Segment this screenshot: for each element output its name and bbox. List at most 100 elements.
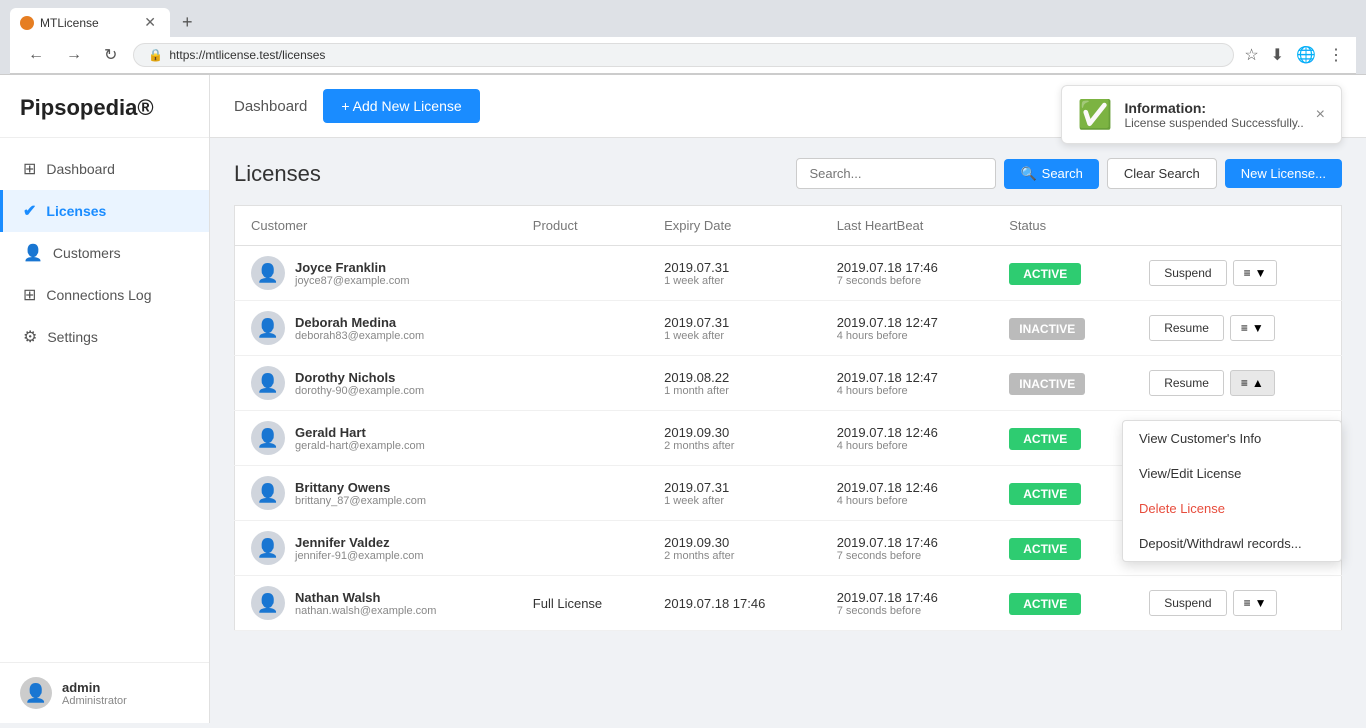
- hamburger-icon: ≡: [1241, 321, 1248, 335]
- primary-action-button[interactable]: Suspend: [1149, 590, 1226, 616]
- logo-area: Pipsopedia®: [0, 75, 209, 138]
- heartbeat-cell: 2019.07.18 17:46 7 seconds before: [821, 246, 994, 301]
- sidebar: Pipsopedia® ⊞ Dashboard ✔ Licenses 👤 Cus…: [0, 75, 210, 723]
- table-row: 👤 Dorothy Nichols dorothy-90@example.com…: [235, 356, 1342, 411]
- customer-name: Brittany Owens: [295, 480, 426, 495]
- notification-success-icon: ✅: [1078, 98, 1113, 131]
- search-button[interactable]: 🔍 Search: [1004, 159, 1098, 189]
- dropdown-menu-item[interactable]: View/Edit License: [1123, 456, 1341, 491]
- expiry-date: 2019.07.18 17:46: [664, 596, 805, 611]
- customer-name: Jennifer Valdez: [295, 535, 424, 550]
- col-heartbeat: Last HeartBeat: [821, 206, 994, 246]
- primary-action-button[interactable]: Resume: [1149, 315, 1224, 341]
- heartbeat-date: 2019.07.18 12:46: [837, 480, 978, 495]
- forward-button[interactable]: →: [60, 44, 88, 66]
- sidebar-item-settings[interactable]: ⚙ Settings: [0, 316, 209, 358]
- admin-avatar: 👤: [20, 677, 52, 709]
- sidebar-item-label: Settings: [47, 329, 98, 345]
- hamburger-icon: ≡: [1244, 596, 1251, 610]
- dashboard-icon: ⊞: [23, 159, 36, 179]
- customer-email: brittany_87@example.com: [295, 495, 426, 507]
- page-title: Licenses: [234, 161, 321, 187]
- customer-cell: 👤 Brittany Owens brittany_87@example.com: [251, 476, 501, 510]
- primary-action-button[interactable]: Suspend: [1149, 260, 1226, 286]
- back-button[interactable]: ←: [22, 44, 50, 66]
- new-license-button[interactable]: New License...: [1225, 159, 1342, 188]
- avatar: 👤: [251, 256, 285, 290]
- heartbeat-cell: 2019.07.18 12:47 4 hours before: [821, 356, 994, 411]
- sidebar-item-label: Licenses: [46, 203, 106, 219]
- sidebar-item-licenses[interactable]: ✔ Licenses: [0, 190, 209, 232]
- expiry-sub: 2 months after: [664, 440, 805, 452]
- dropdown-menu-item[interactable]: Deposit/Withdrawl records...: [1123, 526, 1341, 561]
- col-product: Product: [517, 206, 648, 246]
- heartbeat-date: 2019.07.18 12:47: [837, 315, 978, 330]
- heartbeat-sub: 7 seconds before: [837, 275, 978, 287]
- heartbeat-sub: 7 seconds before: [837, 550, 978, 562]
- search-icon: 🔍: [1020, 166, 1036, 182]
- customers-icon: 👤: [23, 243, 43, 263]
- chevron-icon: ▲: [1252, 376, 1264, 390]
- notification-close-button[interactable]: ×: [1316, 106, 1325, 124]
- customer-email: nathan.walsh@example.com: [295, 605, 436, 617]
- dashboard-link[interactable]: Dashboard: [234, 98, 307, 115]
- licenses-icon: ✔: [23, 201, 36, 221]
- heartbeat-date: 2019.07.18 17:46: [837, 590, 978, 605]
- status-badge: INACTIVE: [1009, 373, 1085, 395]
- customer-email: dorothy-90@example.com: [295, 385, 424, 397]
- avatar: 👤: [251, 531, 285, 565]
- customer-cell: 👤 Jennifer Valdez jennifer-91@example.co…: [251, 531, 501, 565]
- clear-search-button[interactable]: Clear Search: [1107, 158, 1217, 189]
- extension-icon[interactable]: 🌐: [1296, 45, 1316, 65]
- heartbeat-sub: 4 hours before: [837, 495, 978, 507]
- reload-button[interactable]: ↻: [98, 43, 123, 67]
- customer-email: gerald-hart@example.com: [295, 440, 425, 452]
- row-menu-button[interactable]: ≡ ▲: [1230, 370, 1275, 396]
- expiry-date: 2019.09.30: [664, 425, 805, 440]
- row-menu-button[interactable]: ≡ ▼: [1233, 260, 1278, 286]
- row-menu-button[interactable]: ≡ ▼: [1233, 590, 1278, 616]
- expiry-cell: 2019.07.31 1 week after: [648, 246, 821, 301]
- row-menu-button[interactable]: ≡ ▼: [1230, 315, 1275, 341]
- new-tab-button[interactable]: +: [174, 8, 201, 37]
- search-input[interactable]: [796, 158, 996, 189]
- browser-tab[interactable]: MTLicense ✕: [10, 8, 170, 37]
- col-customer: Customer: [235, 206, 517, 246]
- col-status: Status: [993, 206, 1133, 246]
- expiry-cell: 2019.09.30 2 months after: [648, 411, 821, 466]
- product-cell: [517, 246, 648, 301]
- notification-title: Information:: [1124, 100, 1303, 116]
- expiry-date: 2019.08.22: [664, 370, 805, 385]
- page-body: Licenses 🔍 Search Clear Search New Licen…: [210, 138, 1366, 651]
- ssl-icon: 🔒: [148, 48, 163, 62]
- tab-close-button[interactable]: ✕: [144, 14, 156, 31]
- product-value: Full License: [533, 596, 602, 611]
- heartbeat-date: 2019.07.18 17:46: [837, 260, 978, 275]
- dropdown-menu-item[interactable]: Delete License: [1123, 491, 1341, 526]
- dropdown-menu-item[interactable]: View Customer's Info: [1123, 421, 1341, 456]
- notification-message: License suspended Successfully..: [1124, 116, 1303, 130]
- customer-cell: 👤 Nathan Walsh nathan.walsh@example.com: [251, 586, 501, 620]
- product-cell: Full License: [517, 576, 648, 631]
- expiry-date: 2019.07.31: [664, 260, 805, 275]
- top-bar: Dashboard + Add New License ✅ Informatio…: [210, 75, 1366, 138]
- status-cell: ACTIVE: [993, 521, 1133, 576]
- chevron-icon: ▼: [1255, 266, 1267, 280]
- download-icon[interactable]: ⬇: [1271, 45, 1284, 65]
- licenses-table: Customer Product Expiry Date Last HeartB…: [234, 205, 1342, 631]
- menu-icon[interactable]: ⋮: [1328, 45, 1344, 65]
- status-badge: ACTIVE: [1009, 483, 1081, 505]
- connections-icon: ⊞: [23, 285, 36, 305]
- add-license-button[interactable]: + Add New License: [323, 89, 479, 123]
- sidebar-item-customers[interactable]: 👤 Customers: [0, 232, 209, 274]
- sidebar-item-dashboard[interactable]: ⊞ Dashboard: [0, 148, 209, 190]
- primary-action-button[interactable]: Resume: [1149, 370, 1224, 396]
- status-cell: ACTIVE: [993, 576, 1133, 631]
- heartbeat-cell: 2019.07.18 12:46 4 hours before: [821, 466, 994, 521]
- heartbeat-sub: 4 hours before: [837, 385, 978, 397]
- tab-title: MTLicense: [40, 16, 99, 30]
- bookmark-icon[interactable]: ☆: [1244, 45, 1258, 65]
- sidebar-item-connections-log[interactable]: ⊞ Connections Log: [0, 274, 209, 316]
- url-text: https://mtlicense.test/licenses: [169, 48, 325, 62]
- status-cell: ACTIVE: [993, 246, 1133, 301]
